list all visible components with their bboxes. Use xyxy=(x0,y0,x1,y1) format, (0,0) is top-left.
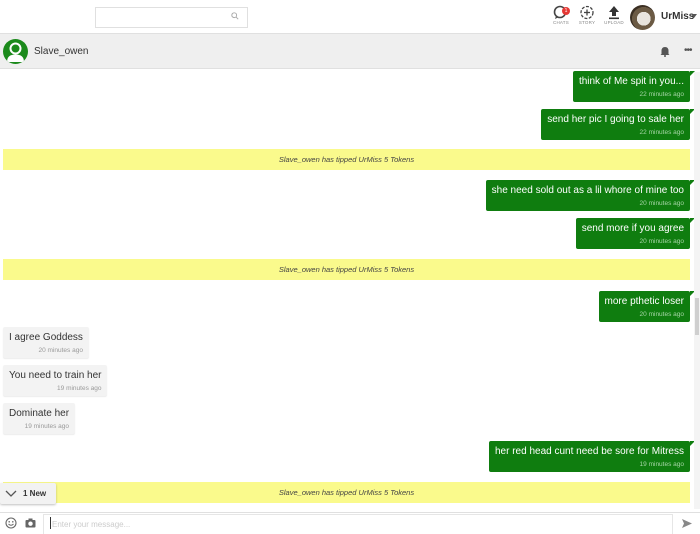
more-options-icon[interactable]: ••• xyxy=(684,46,692,56)
text-cursor xyxy=(50,517,51,529)
message-time: 19 minutes ago xyxy=(24,423,70,430)
search-input[interactable] xyxy=(96,8,226,27)
chats-badge: 1 xyxy=(562,7,570,15)
peer-avatar[interactable] xyxy=(3,39,28,64)
message-composer xyxy=(0,512,700,534)
message-incoming: I agree Goddess 20 minutes ago xyxy=(3,327,89,358)
message-input[interactable] xyxy=(43,514,673,534)
bell-icon[interactable] xyxy=(660,46,670,57)
chats-label: CHATS xyxy=(553,20,569,25)
send-icon[interactable] xyxy=(682,519,692,528)
message-time: 20 minutes ago xyxy=(38,347,83,354)
tip-banner: Slave_owen has tipped UrMiss 5 Tokens xyxy=(3,149,690,170)
message-scrollbar[interactable] xyxy=(694,72,700,509)
message-text: send her pic I going to sale her xyxy=(547,114,684,125)
emoji-icon[interactable] xyxy=(5,517,17,529)
upload-icon xyxy=(609,6,619,20)
upload-label: UPLOAD xyxy=(604,20,624,25)
chevron-down-icon xyxy=(5,490,17,497)
camera-icon[interactable] xyxy=(25,518,36,528)
message-incoming: You need to train her 19 minutes ago xyxy=(3,365,108,396)
tip-banner: Slave_owen has tipped UrMiss 5 Tokens xyxy=(3,482,690,503)
message-text: You need to train her xyxy=(9,370,102,381)
message-time: 20 minutes ago xyxy=(639,200,684,207)
message-text: Dominate her xyxy=(9,408,70,419)
message-text: her red head cunt need be sore for Mitre… xyxy=(495,446,684,457)
message-time: 22 minutes ago xyxy=(639,91,684,98)
tip-banner: Slave_owen has tipped UrMiss 5 Tokens xyxy=(3,259,690,280)
message-time: 20 minutes ago xyxy=(639,311,684,318)
chats-button[interactable]: 1 CHATS xyxy=(548,5,574,31)
message-text: I agree Goddess xyxy=(9,332,83,343)
message-text: send more if you agree xyxy=(581,223,684,234)
message-list: think of Me spit in you... 22 minutes ag… xyxy=(0,69,700,512)
peer-name[interactable]: Slave_owen xyxy=(34,46,88,57)
message-text: more pthetic loser xyxy=(604,296,684,307)
search-icon[interactable] xyxy=(231,12,239,20)
user-avatar[interactable] xyxy=(630,5,655,30)
user-name[interactable]: UrMiss xyxy=(661,11,694,22)
story-button[interactable]: STORY xyxy=(574,5,600,31)
search-box[interactable] xyxy=(95,7,248,28)
message-outgoing: more pthetic loser 20 minutes ago xyxy=(598,291,696,322)
message-time: 20 minutes ago xyxy=(639,238,684,245)
message-incoming: Dominate her 19 minutes ago xyxy=(3,403,76,434)
new-messages-button[interactable]: 1 New xyxy=(0,483,56,504)
message-text: she need sold out as a lil whore of mine… xyxy=(491,185,684,196)
user-silhouette-icon xyxy=(7,42,24,62)
message-outgoing: send more if you agree 20 minutes ago xyxy=(575,218,696,249)
scrollbar-thumb[interactable] xyxy=(695,298,699,335)
message-outgoing: think of Me spit in you... 22 minutes ag… xyxy=(572,71,696,102)
message-outgoing: her red head cunt need be sore for Mitre… xyxy=(489,441,695,472)
story-add-icon xyxy=(580,5,594,20)
message-outgoing: she need sold out as a lil whore of mine… xyxy=(485,180,696,211)
chat-header: Slave_owen ••• xyxy=(0,34,700,69)
story-label: STORY xyxy=(578,20,596,25)
message-text: think of Me spit in you... xyxy=(578,76,684,87)
new-messages-label: 1 New xyxy=(23,489,47,498)
message-time: 19 minutes ago xyxy=(639,461,684,468)
message-time: 19 minutes ago xyxy=(57,385,102,392)
upload-button[interactable]: UPLOAD xyxy=(601,5,627,31)
message-time: 22 minutes ago xyxy=(639,129,684,136)
message-outgoing: send her pic I going to sale her 22 minu… xyxy=(541,109,695,140)
top-bar: 1 CHATS STORY UPLOAD UrMiss xyxy=(0,0,700,34)
user-menu-caret-icon[interactable] xyxy=(691,14,697,18)
